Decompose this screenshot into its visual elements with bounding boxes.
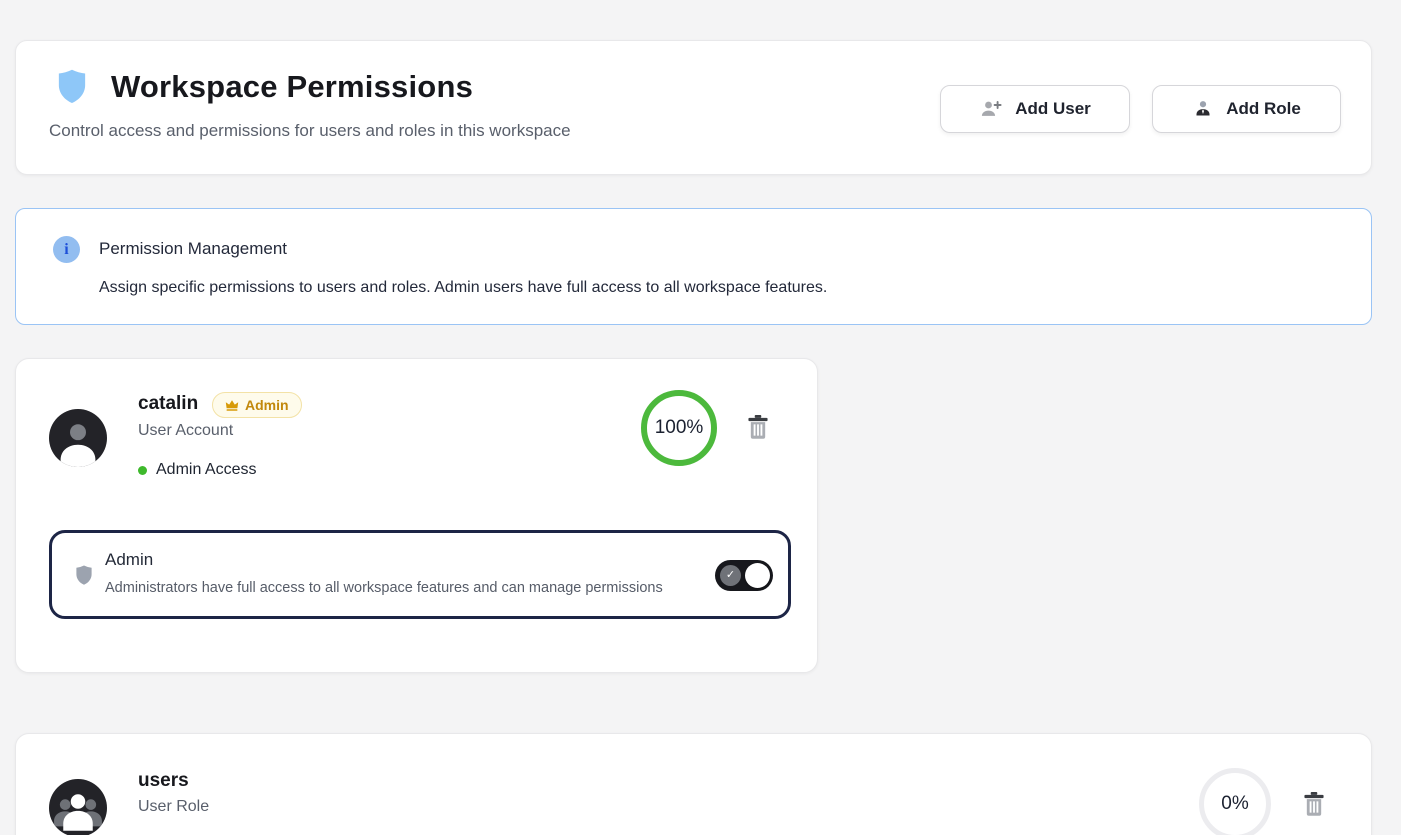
user-progress-value: 100% <box>655 417 704 439</box>
permission-row-admin[interactable]: Admin Administrators have full access to… <box>49 530 791 619</box>
add-role-label: Add Role <box>1226 99 1301 119</box>
user-avatar-icon <box>49 409 107 467</box>
shield-icon <box>53 67 91 107</box>
user-name: catalin <box>138 393 198 415</box>
add-role-button[interactable]: Add Role <box>1152 85 1341 133</box>
banner-title: Permission Management <box>99 239 287 259</box>
role-card-users: users User Role 0% <box>15 733 1372 835</box>
permission-management-banner: i Permission Management Assign specific … <box>15 208 1372 325</box>
user-progress-ring: 100% <box>641 390 717 466</box>
admin-permission-toggle[interactable]: ✓ <box>715 560 773 591</box>
admin-badge: Admin <box>212 392 302 418</box>
page-subtitle: Control access and permissions for users… <box>49 121 571 141</box>
admin-badge-label: Admin <box>245 397 289 413</box>
role-avatar-icon <box>49 779 107 835</box>
toggle-check-icon: ✓ <box>720 565 741 586</box>
user-tie-icon <box>1192 98 1214 120</box>
role-progress-ring: 0% <box>1199 768 1271 835</box>
add-user-label: Add User <box>1015 99 1091 119</box>
user-plus-icon <box>979 97 1003 121</box>
permission-name: Admin <box>105 550 153 570</box>
role-name: users <box>138 770 189 792</box>
user-type-label: User Account <box>138 422 233 440</box>
page-header-card: Workspace Permissions Control access and… <box>15 40 1372 175</box>
banner-body: Assign specific permissions to users and… <box>99 279 827 297</box>
delete-role-button[interactable] <box>1303 792 1325 817</box>
status-dot-icon <box>138 466 147 475</box>
access-status: Admin Access <box>138 461 256 479</box>
toggle-knob <box>745 563 770 588</box>
user-card-catalin: catalin Admin User Account Admin Access … <box>15 358 818 673</box>
role-type-label: User Role <box>138 798 209 816</box>
add-user-button[interactable]: Add User <box>940 85 1130 133</box>
info-icon: i <box>53 236 80 263</box>
shield-icon <box>73 562 95 589</box>
page-title: Workspace Permissions <box>111 69 473 105</box>
status-label: Admin Access <box>156 461 256 479</box>
permission-description: Administrators have full access to all w… <box>105 580 663 596</box>
role-progress-value: 0% <box>1221 793 1248 815</box>
delete-user-button[interactable] <box>747 415 769 440</box>
crown-icon <box>225 399 239 412</box>
